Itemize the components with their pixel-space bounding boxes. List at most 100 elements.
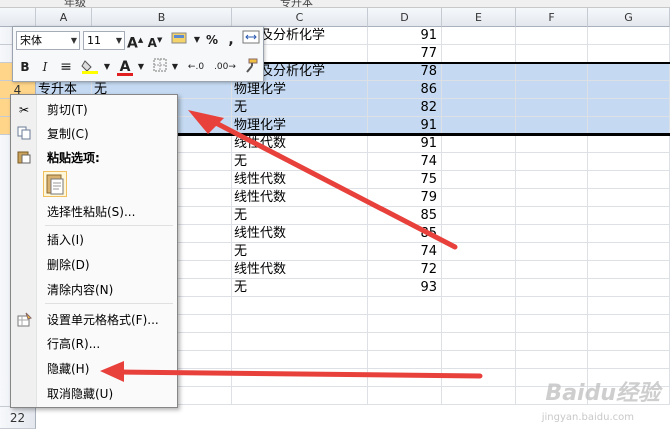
cell-d[interactable] <box>368 351 442 369</box>
column-header-g[interactable]: G <box>588 8 670 27</box>
cell-e[interactable] <box>442 45 516 63</box>
cell-f[interactable] <box>516 279 588 297</box>
cell-g[interactable] <box>588 117 670 135</box>
borders-button[interactable] <box>151 57 169 77</box>
column-header-b[interactable]: B <box>92 8 232 27</box>
grow-font-button[interactable]: A▲ <box>127 30 143 52</box>
cell-f[interactable] <box>516 261 588 279</box>
cell-c[interactable] <box>232 369 368 387</box>
cell-c[interactable] <box>232 297 368 315</box>
cell-d[interactable] <box>368 387 442 405</box>
cell-g[interactable] <box>588 207 670 225</box>
number-format-button[interactable] <box>169 30 191 50</box>
column-header-c[interactable]: C <box>232 8 368 27</box>
cell-g[interactable] <box>588 27 670 45</box>
cell-c[interactable]: 线性代数 <box>232 261 368 279</box>
cell-c[interactable] <box>232 387 368 405</box>
bold-button[interactable]: B <box>17 57 33 77</box>
cell-f[interactable] <box>516 243 588 261</box>
cell-g[interactable] <box>588 315 670 333</box>
cell-f[interactable] <box>516 297 588 315</box>
cell-f[interactable] <box>516 99 588 117</box>
menu-item-paste-special[interactable]: 选择性粘贴(S)... <box>11 201 177 223</box>
cell-d[interactable]: 85 <box>368 207 442 225</box>
menu-item-copy[interactable]: 复制(C) <box>11 123 177 145</box>
cell-d[interactable]: 74 <box>368 153 442 171</box>
cell-e[interactable] <box>442 261 516 279</box>
cell-c[interactable]: 无 <box>232 99 368 117</box>
cell-c[interactable]: 物理化学 <box>232 81 368 99</box>
cell-e[interactable] <box>442 207 516 225</box>
chevron-down-icon[interactable]: ▼ <box>137 57 145 77</box>
menu-item-delete[interactable]: 删除(D) <box>11 254 177 276</box>
row-header-22[interactable]: 22 <box>0 407 36 429</box>
chevron-down-icon[interactable]: ▼ <box>103 57 111 77</box>
font-name-box[interactable]: 宋体 ▼ <box>16 31 80 50</box>
cell-g[interactable] <box>588 225 670 243</box>
cell-e[interactable] <box>442 153 516 171</box>
cell-e[interactable] <box>442 369 516 387</box>
cell-f[interactable] <box>516 225 588 243</box>
format-painter-button[interactable] <box>241 57 261 77</box>
chevron-down-icon[interactable]: ▼ <box>193 30 201 50</box>
cell-d[interactable]: 79 <box>368 189 442 207</box>
cell-c[interactable]: 线性代数 <box>232 225 368 243</box>
cell-f[interactable] <box>516 171 588 189</box>
cell-d[interactable]: 82 <box>368 99 442 117</box>
cell-e[interactable] <box>442 81 516 99</box>
cell-d[interactable] <box>368 369 442 387</box>
cell-e[interactable] <box>442 135 516 153</box>
cell-c[interactable] <box>232 315 368 333</box>
cell-g[interactable] <box>588 135 670 153</box>
cell-c[interactable]: 无 <box>232 243 368 261</box>
cell-d[interactable]: 86 <box>368 81 442 99</box>
cell-d[interactable]: 78 <box>368 63 442 81</box>
cell-f[interactable] <box>516 153 588 171</box>
cell-d[interactable] <box>368 333 442 351</box>
cell-f[interactable] <box>516 333 588 351</box>
cell-g[interactable] <box>588 297 670 315</box>
cell-g[interactable] <box>588 351 670 369</box>
cell-d[interactable]: 74 <box>368 243 442 261</box>
column-header-a[interactable]: A <box>36 8 92 27</box>
cell-e[interactable] <box>442 225 516 243</box>
cell-f[interactable] <box>516 207 588 225</box>
font-size-box[interactable]: 11 ▼ <box>83 31 125 50</box>
cell-d[interactable]: 91 <box>368 117 442 135</box>
cell-c[interactable] <box>232 351 368 369</box>
cell-e[interactable] <box>442 99 516 117</box>
chevron-down-icon[interactable]: ▼ <box>171 57 179 77</box>
cell-g[interactable] <box>588 81 670 99</box>
column-header-d[interactable]: D <box>368 8 442 27</box>
cell-d[interactable] <box>368 297 442 315</box>
cell-d[interactable]: 75 <box>368 171 442 189</box>
select-all-corner[interactable] <box>0 8 36 27</box>
cell-e[interactable] <box>442 315 516 333</box>
cell-g[interactable] <box>588 243 670 261</box>
cell-e[interactable] <box>442 333 516 351</box>
cell-d[interactable]: 91 <box>368 135 442 153</box>
cell-d[interactable] <box>368 315 442 333</box>
cell-d[interactable]: 93 <box>368 279 442 297</box>
cell-c[interactable]: 无 <box>232 279 368 297</box>
cell-e[interactable] <box>442 243 516 261</box>
column-header-e[interactable]: E <box>442 8 516 27</box>
menu-item-cut[interactable]: ✂ 剪切(T) <box>11 99 177 121</box>
cell-f[interactable] <box>516 351 588 369</box>
cell-d[interactable]: 72 <box>368 261 442 279</box>
cell-g[interactable] <box>588 171 670 189</box>
italic-button[interactable]: I <box>37 57 53 77</box>
cell-g[interactable] <box>588 63 670 81</box>
cell-e[interactable] <box>442 27 516 45</box>
cell-f[interactable] <box>516 27 588 45</box>
shrink-font-button[interactable]: A▼ <box>147 30 163 50</box>
cell-c[interactable]: 线性代数 <box>232 135 368 153</box>
cell-d[interactable]: 77 <box>368 45 442 63</box>
cell-c[interactable]: 物理化学 <box>232 117 368 135</box>
cell-c[interactable]: 无 <box>232 207 368 225</box>
cell-c[interactable]: 线性代数 <box>232 189 368 207</box>
align-center-button[interactable]: ≡ <box>57 57 75 77</box>
cell-f[interactable] <box>516 117 588 135</box>
column-header-f[interactable]: F <box>516 8 588 27</box>
cell-f[interactable] <box>516 45 588 63</box>
